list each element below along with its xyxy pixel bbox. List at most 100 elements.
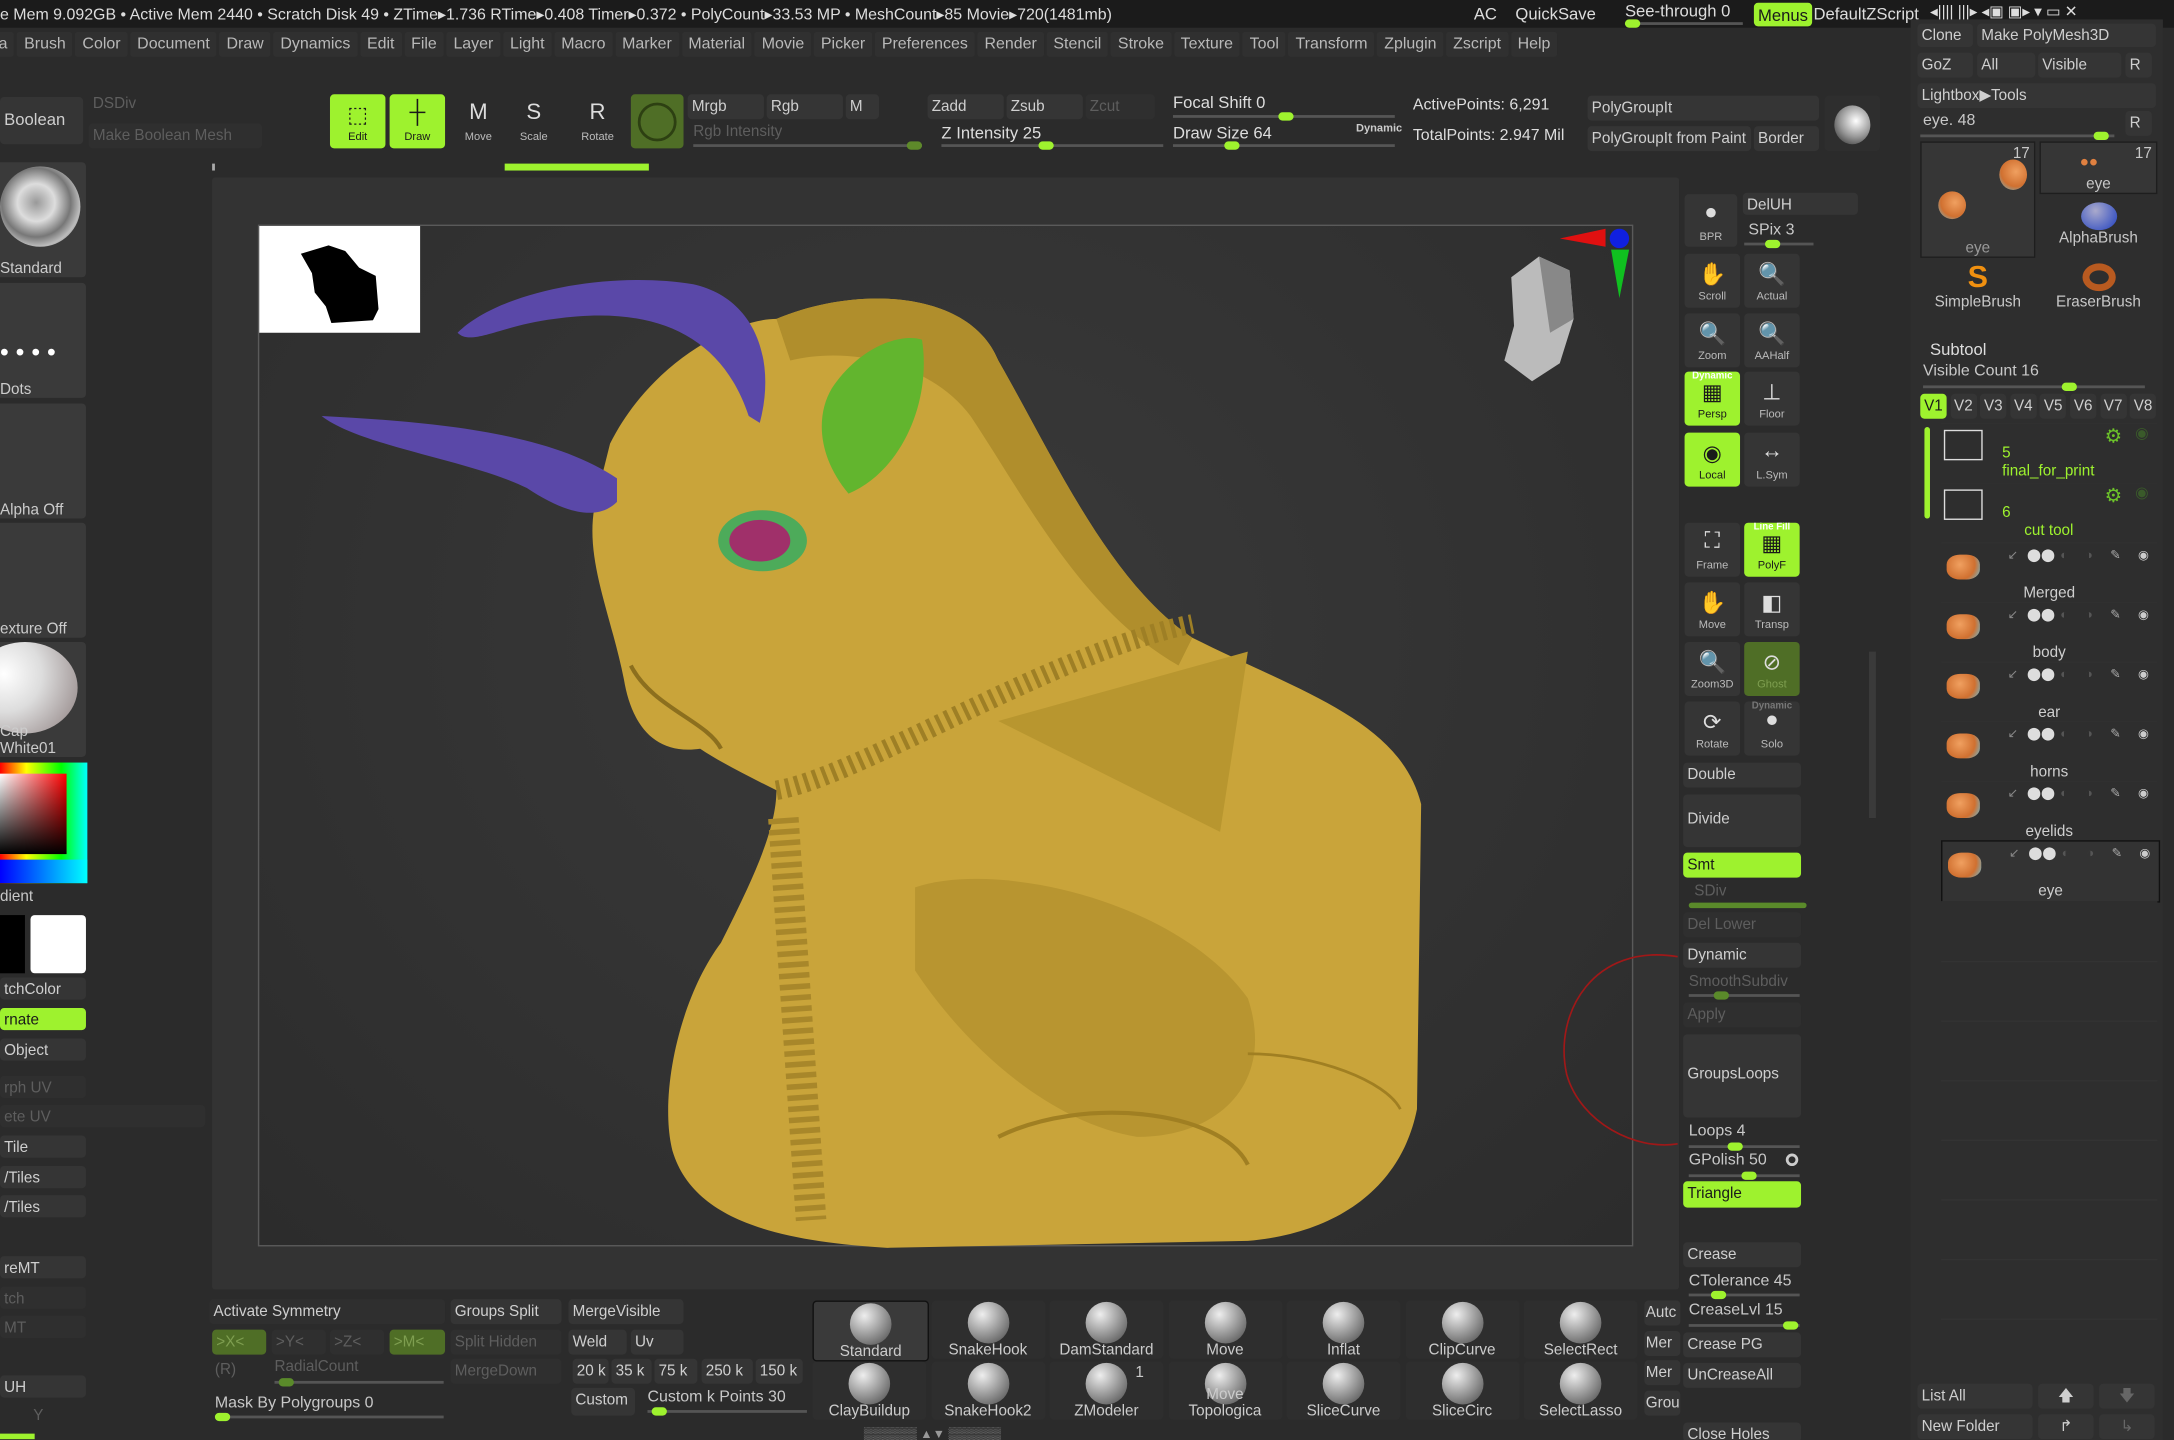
tool-thumb-eye-small[interactable]: ●● 17 eye <box>2039 141 2158 195</box>
tool-thumb-eraserbrush[interactable]: EraserBrush <box>2040 261 2158 319</box>
groups-loops-button[interactable]: GroupsLoops <box>1683 1034 1802 1118</box>
viewport-scrollbar[interactable] <box>1868 651 1876 819</box>
transp-toggle-icon[interactable]: ◑ <box>2085 727 2093 741</box>
version-v5-tab[interactable]: V5 <box>2040 393 2067 419</box>
floor-button[interactable]: ⊥ Floor <box>1744 371 1800 426</box>
zoom-button[interactable]: 🔍 Zoom <box>1684 313 1741 368</box>
gpolish-knob[interactable] <box>1741 1171 1757 1180</box>
visible-count-slider[interactable]: Visible Count 16 <box>1923 363 2039 380</box>
aahalf-button[interactable]: 🔍 AAHalf <box>1744 313 1800 368</box>
brush-move-topologica[interactable]: Move Topologica <box>1168 1361 1282 1420</box>
brush-claybuildup[interactable]: ClayBuildup <box>812 1361 927 1420</box>
sdiv-track[interactable] <box>1688 902 1807 909</box>
move-out-button[interactable]: ↳ <box>2099 1414 2155 1440</box>
polypaint-toggle-icon[interactable]: ⬤⬤ <box>2027 727 2055 742</box>
double-button[interactable]: Double <box>1683 762 1802 788</box>
current-tool-knob[interactable] <box>2093 131 2109 141</box>
divide-button[interactable]: Divide <box>1683 794 1802 848</box>
mask-by-polygroups-knob[interactable] <box>214 1412 231 1422</box>
spix-track[interactable] <box>1744 239 1814 249</box>
creaselvl-track[interactable] <box>1688 1321 1800 1330</box>
subtool-row[interactable]: ↙ ⬤⬤ ◐ ◑ ✎ ◉ ear <box>1941 661 2158 722</box>
close-holes-button[interactable]: Close Holes <box>1683 1422 1802 1440</box>
smooth-subdiv-slider[interactable]: SmoothSubdiv <box>1689 973 1788 990</box>
radial-count-track[interactable] <box>274 1378 444 1387</box>
gpolish-track[interactable] <box>1688 1171 1800 1180</box>
tool-thumb-eye-large[interactable]: 17 eye <box>1920 141 2036 258</box>
brush-slicecurve[interactable]: SliceCurve <box>1286 1361 1401 1420</box>
solo-toggle-icon[interactable]: ◐ <box>2060 548 2068 562</box>
radial-count-slider[interactable]: RadialCount <box>275 1359 359 1376</box>
move-in-button[interactable]: ↱ <box>2038 1414 2094 1440</box>
smooth-subdiv-knob[interactable] <box>1713 991 1729 1000</box>
solo-button[interactable]: ● Solo Dynamic <box>1744 701 1800 756</box>
subtool-row[interactable]: 5 final_for_print ⚙ ◉ <box>1941 422 2158 484</box>
custom-button[interactable]: Custom <box>571 1387 636 1416</box>
gear-icon[interactable]: ⚙ <box>2105 424 2122 448</box>
clone-button[interactable]: Clone <box>1917 23 1973 48</box>
version-v8-tab[interactable]: V8 <box>2129 393 2157 419</box>
version-v2-tab[interactable]: V2 <box>1950 393 1977 419</box>
gear-icon[interactable]: ⚙ <box>2105 484 2122 508</box>
list-all-button[interactable]: List All <box>1917 1383 2033 1409</box>
radial-count-knob[interactable] <box>278 1378 294 1387</box>
merge-arrow-icon[interactable]: ↙ <box>2009 846 2019 861</box>
current-tool-r-button[interactable]: R <box>2125 110 2152 136</box>
groups-split-button[interactable]: Groups Split <box>450 1299 562 1325</box>
brush-damstandard[interactable]: DamStandard <box>1049 1300 1164 1359</box>
solo-toggle-icon[interactable]: ◐ <box>2060 727 2068 741</box>
bpr-button[interactable]: ● BPR <box>1684 194 1738 247</box>
subtool-row[interactable]: ↙ ⬤⬤ ◐ ◑ ✎ ◉ horns <box>1941 720 2158 782</box>
ctolerance-knob[interactable] <box>1710 1290 1727 1300</box>
weld-toggle[interactable]: Weld <box>568 1329 627 1355</box>
eye-visibility-icon[interactable]: ◉ <box>2135 484 2148 502</box>
version-v3-tab[interactable]: V3 <box>1980 393 2007 419</box>
subtool-scrollbar[interactable] <box>1924 427 1930 519</box>
eye-visibility-icon[interactable]: ◉ <box>2138 727 2149 742</box>
version-v1-tab[interactable]: V1 <box>1920 393 1947 419</box>
brush-snakehook[interactable]: SnakeHook <box>931 1300 1045 1359</box>
sdiv-slider[interactable]: SDiv <box>1694 883 1726 900</box>
preset-250k-button[interactable]: 250 k <box>701 1358 753 1384</box>
eye-visibility-icon[interactable]: ◉ <box>2138 548 2149 563</box>
merge-visible-button[interactable]: MergeVisible <box>568 1299 684 1325</box>
polypaint-toggle-icon[interactable]: ⬤⬤ <box>2027 786 2055 801</box>
preset-20k-button[interactable]: 20 k <box>572 1358 609 1384</box>
subtool-row[interactable]: ↙ ⬤⬤ ◐ ◑ ✎ ◉ eye <box>1941 840 2161 903</box>
spix-knob[interactable] <box>1764 239 1781 249</box>
brush-selectrect[interactable]: SelectRect <box>1523 1300 1638 1359</box>
brush-inflat[interactable]: Inflat <box>1286 1300 1401 1359</box>
brush-standard[interactable]: Standard <box>812 1300 929 1362</box>
gpolish-radio-icon[interactable] <box>1785 1153 1799 1167</box>
make-polymesh3d-button[interactable]: Make PolyMesh3D <box>1977 23 2156 48</box>
brush-toggle-icon[interactable]: ✎ <box>2112 846 2122 861</box>
brush-toggle-icon[interactable]: ✎ <box>2110 548 2120 563</box>
brush-toggle-icon[interactable]: ✎ <box>2110 607 2120 622</box>
side-button-2[interactable]: Mer <box>1644 1360 1681 1386</box>
move-up-button[interactable]: 🡅 <box>2038 1383 2094 1409</box>
current-tool-track[interactable] <box>1920 131 2115 141</box>
scroll-button[interactable]: ✋ Scroll <box>1684 253 1741 308</box>
subtool-row[interactable]: ↙ ⬤⬤ ◐ ◑ ✎ ◉ Merged <box>1941 542 2158 603</box>
loops-knob[interactable] <box>1727 1142 1743 1151</box>
loops-track[interactable] <box>1688 1142 1800 1151</box>
eye-visibility-icon[interactable]: ◉ <box>2135 424 2148 443</box>
zoom3d-button[interactable]: 🔍 Zoom3D <box>1684 641 1741 697</box>
brush-slicecirc[interactable]: SliceCirc <box>1405 1361 1519 1420</box>
deluh-button[interactable]: DelUH <box>1742 192 1858 215</box>
subtool-row[interactable]: ↙ ⬤⬤ ◐ ◑ ✎ ◉ eyelids <box>1941 780 2158 842</box>
triangle-toggle[interactable]: Triangle <box>1683 1181 1802 1208</box>
eye-visibility-icon[interactable]: ◉ <box>2138 607 2149 622</box>
preset-75k-button[interactable]: 75 k <box>654 1358 698 1384</box>
tool-thumb-simplebrush[interactable]: S SimpleBrush <box>1920 261 2035 319</box>
side-button-1[interactable]: Mer <box>1644 1330 1681 1356</box>
polypaint-toggle-icon[interactable]: ⬤⬤ <box>2028 846 2056 861</box>
move-button[interactable]: ✋ Move <box>1684 582 1741 637</box>
subtool-row[interactable]: 6 cut tool ⚙ ◉ <box>1941 482 2158 543</box>
solo-toggle-icon[interactable]: ◐ <box>2060 667 2068 681</box>
orientation-head-icon[interactable] <box>1504 256 1574 382</box>
merge-down-button[interactable]: MergeDown <box>450 1358 562 1384</box>
radial-r-toggle[interactable]: (R) <box>215 1362 236 1379</box>
crease-pg-button[interactable]: Crease PG <box>1683 1332 1802 1358</box>
subtool-title[interactable]: Subtool <box>1930 340 1986 359</box>
